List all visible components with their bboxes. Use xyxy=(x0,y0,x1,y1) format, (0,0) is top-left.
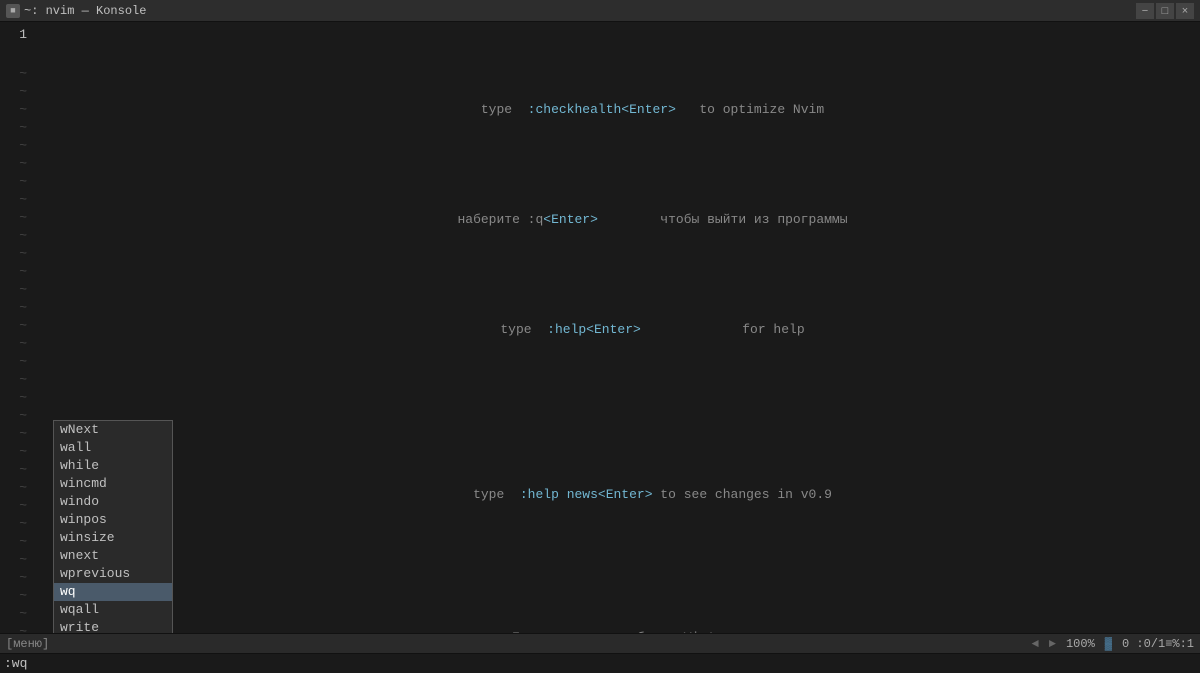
tilde-line: ~ xyxy=(0,264,35,282)
autocomplete-item[interactable]: windo xyxy=(54,493,172,511)
editor-main: 1 ~~~~~~~~~~~~~~~~~~~~~~~~~~~~~~~~~ NVIM… xyxy=(0,22,1200,633)
tilde-line: ~ xyxy=(0,84,35,102)
welcome-line5: type :help news<Enter> to see changes in… xyxy=(352,462,875,528)
tilde-line: ~ xyxy=(0,462,35,480)
window-controls: − □ × xyxy=(1136,3,1194,19)
tilde-line: ~ xyxy=(0,480,35,498)
tilde-line: ~ xyxy=(0,228,35,246)
scroll-block: ▓ xyxy=(1105,637,1112,651)
welcome-line2: type :checkhealth<Enter> to optimize Nvi… xyxy=(352,77,875,143)
tilde-line: ~ xyxy=(0,372,35,390)
welcome-sponsor1: Помогите в разработке Vim! xyxy=(352,627,875,633)
tilde-line: ~ xyxy=(0,246,35,264)
tilde-line: ~ xyxy=(0,426,35,444)
app-icon: ■ xyxy=(6,4,20,18)
tilde-line: ~ xyxy=(0,552,35,570)
scrollbar[interactable] xyxy=(1192,22,1200,633)
autocomplete-item[interactable]: wq xyxy=(54,583,172,601)
tilde-line: ~ xyxy=(0,390,35,408)
welcome-screen: NVIM v0.9.5 Nvim is open source and free… xyxy=(352,22,875,633)
tilde-line: ~ xyxy=(0,516,35,534)
close-button[interactable]: × xyxy=(1176,3,1194,19)
welcome-line1: type :help nvim<Enter> if you are new! xyxy=(352,22,875,33)
tilde-line: ~ xyxy=(0,498,35,516)
tilde-line: ~ xyxy=(0,192,35,210)
title-bar: ■ ~: nvim — Konsole − □ × xyxy=(0,0,1200,22)
tilde-line: ~ xyxy=(0,534,35,552)
status-bar-right: ◄ ► 100% ▓ 0 :0/1≡%:1 xyxy=(1032,637,1194,651)
tilde-line: ~ xyxy=(0,300,35,318)
autocomplete-item[interactable]: wincmd xyxy=(54,475,172,493)
autocomplete-item[interactable]: wnext xyxy=(54,547,172,565)
command-text: :wq xyxy=(4,656,27,671)
autocomplete-item[interactable]: wqall xyxy=(54,601,172,619)
tilde-line: ~ xyxy=(0,444,35,462)
autocomplete-item[interactable]: winpos xyxy=(54,511,172,529)
scroll-right-icon: ► xyxy=(1049,637,1056,651)
tilde-line: ~ xyxy=(0,156,35,174)
tilde-line: ~ xyxy=(0,588,35,606)
welcome-line4: type :help<Enter> for help xyxy=(352,297,875,363)
scroll-percent: 100% xyxy=(1066,637,1095,651)
tilde-line xyxy=(0,48,35,66)
autocomplete-popup: wNextwallwhilewincmdwindowinposwinsizewn… xyxy=(53,420,173,633)
window-title: ~: nvim — Konsole xyxy=(24,4,146,18)
cursor-position: 0 :0/1≡%:1 xyxy=(1122,637,1194,651)
tilde-column: ~~~~~~~~~~~~~~~~~~~~~~~~~~~~~~~~~ xyxy=(0,44,35,633)
status-bar: [меню] ◄ ► 100% ▓ 0 :0/1≡%:1 xyxy=(0,633,1200,653)
tilde-line: ~ xyxy=(0,102,35,120)
tilde-line: ~ xyxy=(0,210,35,228)
tilde-line: ~ xyxy=(0,174,35,192)
tilde-line: ~ xyxy=(0,66,35,84)
tilde-line: ~ xyxy=(0,336,35,354)
maximize-button[interactable]: □ xyxy=(1156,3,1174,19)
title-bar-left: ■ ~: nvim — Konsole xyxy=(6,4,146,18)
minimize-button[interactable]: − xyxy=(1136,3,1154,19)
tilde-line: ~ xyxy=(0,570,35,588)
autocomplete-item[interactable]: write xyxy=(54,619,172,633)
status-bar-left: [меню] xyxy=(6,637,49,651)
autocomplete-item[interactable]: wall xyxy=(54,439,172,457)
tilde-line: ~ xyxy=(0,318,35,336)
tilde-line: ~ xyxy=(0,606,35,624)
scroll-left-icon: ◄ xyxy=(1032,637,1039,651)
autocomplete-item[interactable]: wprevious xyxy=(54,565,172,583)
command-line[interactable]: :wq xyxy=(0,653,1200,673)
tilde-line: ~ xyxy=(0,624,35,633)
tilde-line: ~ xyxy=(0,120,35,138)
editor-buffer[interactable]: NVIM v0.9.5 Nvim is open source and free… xyxy=(35,22,1192,633)
editor-container: 1 ~~~~~~~~~~~~~~~~~~~~~~~~~~~~~~~~~ NVIM… xyxy=(0,22,1200,673)
status-menu: [меню] xyxy=(6,637,49,651)
autocomplete-item[interactable]: wNext xyxy=(54,421,172,439)
tilde-line: ~ xyxy=(0,282,35,300)
autocomplete-item[interactable]: winsize xyxy=(54,529,172,547)
tilde-line: ~ xyxy=(0,354,35,372)
tilde-line: ~ xyxy=(0,408,35,426)
tilde-line: ~ xyxy=(0,138,35,156)
line-number-1: 1 xyxy=(0,26,27,44)
welcome-line3: наберите :q<Enter> чтобы выйти из програ… xyxy=(352,187,875,253)
autocomplete-item[interactable]: while xyxy=(54,457,172,475)
